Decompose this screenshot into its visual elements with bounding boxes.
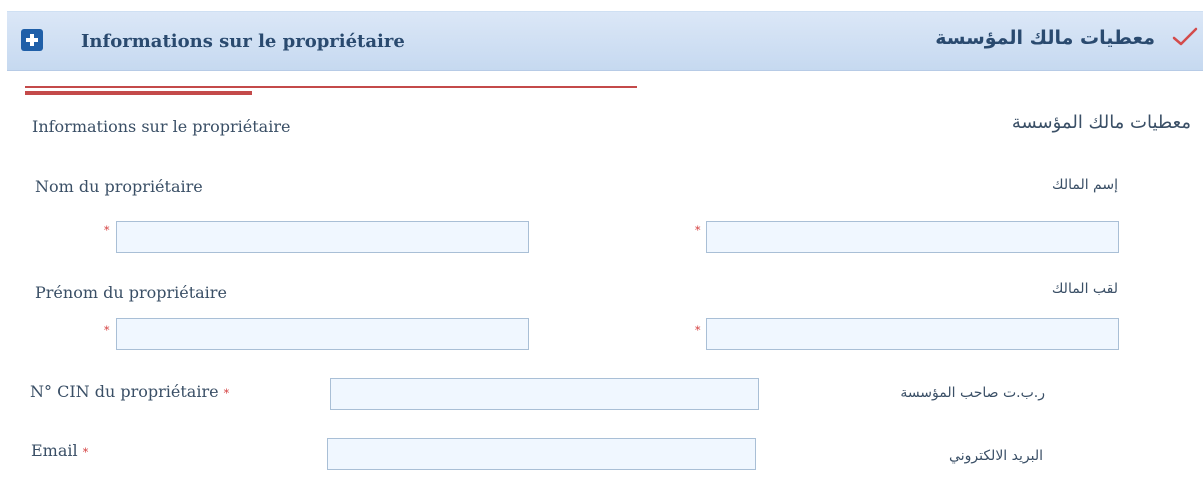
email-label-fr: Email * (31, 441, 88, 460)
email-label-ar: البريد الالكتروني (949, 448, 1043, 464)
header-title-ar: معطيات مالك المؤسسة (935, 27, 1155, 49)
cin-label-text: N° CIN du propriétaire (30, 382, 219, 401)
header-title-fr: Informations sur le propriétaire (81, 31, 405, 52)
section-title-fr: Informations sur le propriétaire (32, 117, 291, 136)
section-divider-accent (25, 91, 252, 95)
check-icon (1172, 27, 1198, 46)
owner-surname-label-ar: لقب المالك (1051, 281, 1118, 297)
owner-surname-label-fr: Prénom du propriétaire (35, 283, 227, 302)
cin-label-fr: N° CIN du propriétaire * (30, 382, 229, 401)
owner-name-label-fr: Nom du propriétaire (35, 177, 203, 196)
cin-input[interactable] (330, 378, 759, 410)
required-marker: * (104, 324, 110, 337)
cin-label-ar: ر.ب.ت صاحب المؤسسة (900, 385, 1045, 401)
owner-surname-ar-input[interactable] (706, 318, 1119, 350)
required-marker: * (695, 324, 701, 337)
owner-surname-fr-input[interactable] (116, 318, 529, 350)
email-input[interactable] (327, 438, 756, 470)
plus-icon[interactable] (21, 29, 43, 51)
required-marker: * (104, 224, 110, 237)
required-marker: * (82, 446, 89, 459)
section-title-ar: معطيات مالك المؤسسة (1011, 112, 1191, 133)
section-header[interactable]: Informations sur le propriétaire معطيات … (7, 11, 1203, 71)
owner-name-label-ar: إسم المالك (1052, 177, 1118, 193)
required-marker: * (223, 387, 230, 400)
owner-name-ar-input[interactable] (706, 221, 1119, 253)
section-divider (25, 86, 637, 88)
required-marker: * (695, 224, 701, 237)
email-label-text: Email (31, 441, 78, 460)
owner-name-fr-input[interactable] (116, 221, 529, 253)
